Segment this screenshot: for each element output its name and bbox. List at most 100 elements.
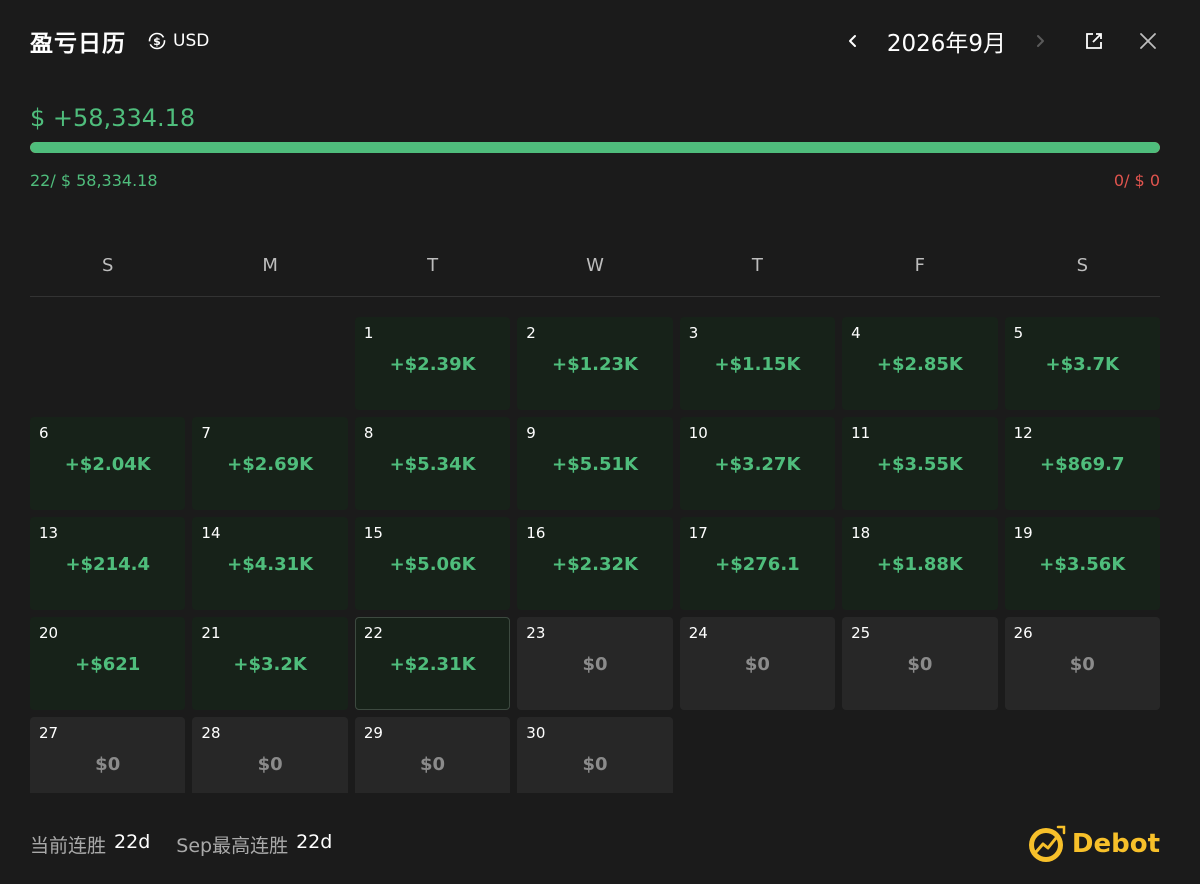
day-number: 21 bbox=[201, 624, 221, 642]
brand-name: Debot bbox=[1071, 829, 1160, 859]
day-cell[interactable]: 8 +$5.34K bbox=[354, 417, 511, 510]
day-pnl: +$2.31K bbox=[389, 654, 476, 675]
external-link-icon bbox=[1086, 33, 1102, 49]
day-number: 7 bbox=[201, 424, 211, 442]
day-pnl: +$276.1 bbox=[715, 554, 800, 575]
day-cell[interactable]: 12 +$869.7 bbox=[1004, 417, 1160, 510]
brand: Debot bbox=[1026, 825, 1160, 863]
day-number: 11 bbox=[851, 424, 871, 442]
day-pnl: +$3.27K bbox=[714, 454, 801, 475]
open-external-button[interactable] bbox=[1082, 29, 1106, 53]
day-pnl: +$3.7K bbox=[1045, 354, 1119, 375]
weekday-label: T bbox=[427, 255, 439, 276]
next-month-button[interactable] bbox=[1028, 29, 1052, 53]
day-pnl: +$621 bbox=[75, 654, 141, 675]
day-cell[interactable]: 5 +$3.7K bbox=[1004, 317, 1160, 410]
total-pnl: $ +58,334.18 bbox=[30, 104, 196, 132]
day-cell[interactable]: 1 +$2.39K bbox=[354, 317, 511, 410]
day-cell[interactable]: 17 +$276.1 bbox=[679, 517, 836, 610]
day-cell[interactable]: 29 $0 bbox=[354, 717, 511, 793]
day-cell[interactable]: 13 +$214.4 bbox=[30, 517, 186, 610]
day-cell[interactable]: 24 $0 bbox=[679, 617, 836, 710]
day-cell[interactable]: 20 +$621 bbox=[30, 617, 186, 710]
day-number: 2 bbox=[526, 324, 536, 342]
day-cell[interactable]: 21 +$3.2K bbox=[192, 617, 348, 710]
day-pnl: +$1.88K bbox=[876, 554, 963, 575]
currency-toggle[interactable]: $ USD bbox=[148, 31, 209, 51]
day-cell[interactable]: 22 +$2.31K bbox=[354, 617, 511, 710]
day-number: 23 bbox=[526, 624, 546, 642]
day-cell[interactable]: 30 $0 bbox=[517, 717, 673, 793]
day-cell[interactable]: 15 +$5.06K bbox=[354, 517, 511, 610]
day-cell[interactable]: 11 +$3.55K bbox=[842, 417, 998, 510]
streak-footer: 当前连胜 22d Sep最高连胜 22d bbox=[30, 831, 358, 858]
prev-month-button[interactable] bbox=[841, 29, 865, 53]
close-button[interactable] bbox=[1136, 29, 1160, 53]
weekday-label: S bbox=[1076, 255, 1088, 276]
day-number: 17 bbox=[688, 524, 708, 542]
day-cell[interactable]: 4 +$2.85K bbox=[842, 317, 998, 410]
day-pnl: +$214.4 bbox=[65, 554, 150, 575]
day-number: 22 bbox=[363, 624, 383, 642]
empty-cell bbox=[192, 317, 347, 410]
day-pnl: +$869.7 bbox=[1040, 454, 1125, 475]
day-cell[interactable]: 10 +$3.27K bbox=[679, 417, 836, 510]
day-number: 9 bbox=[526, 424, 536, 442]
day-number: 5 bbox=[1013, 324, 1024, 342]
day-cell[interactable]: 3 +$1.15K bbox=[679, 317, 836, 410]
day-cell[interactable]: 6 +$2.04K bbox=[30, 417, 186, 510]
max-streak: Sep最高连胜 22d bbox=[176, 831, 332, 858]
chevron-left-icon bbox=[848, 35, 856, 47]
day-cell[interactable]: 2 +$1.23K bbox=[517, 317, 673, 410]
day-pnl: +$3.2K bbox=[233, 654, 307, 675]
day-pnl: +$5.34K bbox=[389, 454, 476, 475]
day-number: 1 bbox=[363, 324, 374, 342]
header-left: 盈亏日历 $ USD bbox=[30, 24, 209, 58]
month-label: 2026年9月 bbox=[886, 31, 1006, 57]
win-loss-bar bbox=[30, 142, 1160, 153]
weekday-label: W bbox=[586, 255, 604, 276]
day-number: 12 bbox=[1013, 424, 1033, 442]
weekday-header: SMTWTFS bbox=[30, 255, 1160, 277]
day-cell[interactable]: 23 $0 bbox=[517, 617, 673, 710]
day-pnl: +$3.55K bbox=[876, 454, 963, 475]
day-number: 13 bbox=[39, 524, 59, 542]
day-cell[interactable]: 26 $0 bbox=[1004, 617, 1160, 710]
chevron-right-icon bbox=[1037, 35, 1044, 47]
day-cell[interactable]: 18 +$1.88K bbox=[842, 517, 998, 610]
day-cell[interactable]: 27 $0 bbox=[30, 717, 186, 793]
day-number: 27 bbox=[39, 724, 59, 742]
day-number: 15 bbox=[363, 524, 383, 542]
day-number: 26 bbox=[1013, 624, 1033, 642]
calendar-header: 盈亏日历 $ USD 2026年9月 bbox=[30, 24, 1160, 58]
weekday-label: M bbox=[262, 255, 278, 276]
day-cell[interactable]: 19 +$3.56K bbox=[1004, 517, 1160, 610]
dollar-cycle-icon: $ bbox=[148, 32, 166, 50]
day-number: 19 bbox=[1013, 524, 1033, 542]
day-pnl: $0 bbox=[257, 754, 283, 775]
day-number: 20 bbox=[39, 624, 59, 642]
day-number: 10 bbox=[688, 424, 708, 442]
day-cell[interactable]: 28 $0 bbox=[192, 717, 348, 793]
svg-text:$: $ bbox=[153, 35, 161, 48]
day-pnl: $0 bbox=[582, 754, 608, 775]
day-cell[interactable]: 16 +$2.32K bbox=[517, 517, 673, 610]
current-streak-label: 当前连胜 bbox=[30, 835, 107, 857]
day-pnl: $0 bbox=[420, 754, 446, 775]
day-number: 8 bbox=[363, 424, 374, 442]
day-cell[interactable]: 14 +$4.31K bbox=[192, 517, 348, 610]
win-stats: 22/ $ 58,334.18 bbox=[30, 171, 158, 190]
loss-stats: 0/ $ 0 bbox=[1113, 171, 1160, 190]
day-cell[interactable]: 25 $0 bbox=[842, 617, 998, 710]
day-pnl: +$1.23K bbox=[552, 354, 638, 375]
max-streak-label: Sep最高连胜 bbox=[176, 835, 289, 857]
day-pnl: +$3.56K bbox=[1039, 554, 1126, 575]
day-cell[interactable]: 9 +$5.51K bbox=[517, 417, 673, 510]
weekday-label: S bbox=[101, 255, 114, 276]
currency-label: USD bbox=[173, 31, 210, 51]
day-number: 3 bbox=[688, 324, 699, 342]
day-pnl: +$2.39K bbox=[389, 354, 476, 375]
day-cell[interactable]: 7 +$2.69K bbox=[192, 417, 348, 510]
empty-cell bbox=[30, 317, 185, 410]
day-number: 24 bbox=[688, 624, 708, 642]
